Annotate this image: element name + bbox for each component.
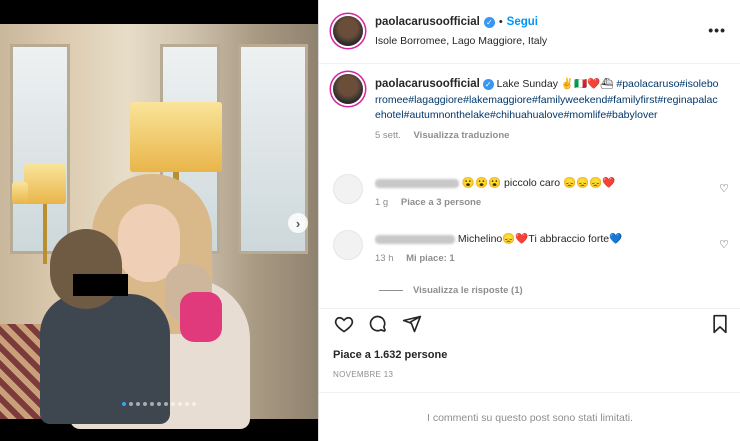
more-options-icon[interactable]: •••: [708, 22, 726, 38]
comment-text: Michelino😞❤️Ti abbraccio forte💙: [457, 233, 623, 245]
author-row: paolacarusoofficial ✓ • Segui: [375, 16, 538, 28]
lamp-shade: [130, 102, 222, 172]
verified-icon: ✓: [483, 16, 495, 28]
post-date: NOVEMBRE 13: [333, 370, 394, 379]
share-icon[interactable]: [401, 313, 423, 335]
post-photo: [0, 24, 318, 429]
author-avatar[interactable]: [333, 16, 363, 46]
translate-link[interactable]: Visualizza traduzione: [414, 130, 510, 141]
comment-age: 1 g: [375, 197, 389, 208]
caption-text-block: paolacarusoofficial ✓ Lake Sunday ✌️🇮🇹❤️…: [375, 77, 721, 143]
caption-text: Lake Sunday ✌️🇮🇹❤️⛴: [496, 78, 614, 90]
author-username[interactable]: paolacarusoofficial: [375, 16, 480, 28]
carousel-dot: [178, 402, 182, 406]
carousel-dot: [171, 402, 175, 406]
comment-body: Michelino😞❤️Ti abbraccio forte💙 13 h Mi …: [375, 232, 705, 266]
post-media: ›: [0, 0, 318, 441]
redacted-username: [375, 178, 459, 188]
view-replies-label[interactable]: Visualizza le risposte (1): [413, 285, 523, 296]
replies-line: [379, 290, 403, 291]
lamp-shade: [24, 164, 66, 204]
post-actions: Piace a 1.632 persone NOVEMBRE 13 I comm…: [319, 308, 740, 441]
child-head: [50, 229, 122, 309]
window-decor: [10, 44, 70, 254]
comment-meta: 1 g Piace a 3 persone: [375, 196, 705, 210]
likes-count[interactable]: Piace a 1.632 persone: [333, 349, 447, 361]
caption-avatar[interactable]: [333, 74, 363, 104]
caption-age: 5 sett.: [375, 129, 401, 141]
carousel-dot: [157, 402, 161, 406]
lamp-stem: [43, 204, 47, 264]
carousel-dots: [0, 402, 318, 406]
caption-username[interactable]: paolacarusoofficial: [375, 78, 480, 90]
commenter-avatar[interactable]: [333, 174, 363, 204]
carousel-dot: [150, 402, 154, 406]
child-face-redaction: [73, 274, 128, 296]
separator-dot: •: [498, 16, 503, 28]
view-replies[interactable]: Visualizza le risposte (1): [379, 285, 523, 296]
caption-meta: 5 sett. Visualizza traduzione: [375, 128, 721, 144]
post-header: paolacarusoofficial ✓ • Segui Isole Borr…: [319, 0, 740, 64]
action-icons: [333, 313, 423, 335]
bookmark-icon[interactable]: [709, 313, 731, 335]
comments-limited-notice: I commenti su questo post sono stati lim…: [319, 392, 740, 441]
follow-button[interactable]: Segui: [507, 16, 538, 28]
lamp-shade: [12, 182, 28, 204]
carousel-dot: [185, 402, 189, 406]
post-panel: paolacarusoofficial ✓ • Segui Isole Borr…: [318, 0, 740, 441]
carousel-next-button[interactable]: ›: [288, 213, 308, 233]
comment-likes[interactable]: Piace a 3 persone: [401, 197, 481, 208]
comment-text: 😮😮😮 piccolo caro 😞😞😞❤️: [461, 177, 616, 189]
like-comment-icon[interactable]: ♡: [719, 238, 729, 251]
carousel-dot: [129, 402, 133, 406]
comment-likes[interactable]: Mi piace: 1: [406, 253, 455, 264]
heart-icon[interactable]: [333, 313, 355, 335]
like-comment-icon[interactable]: ♡: [719, 182, 729, 195]
post-location[interactable]: Isole Borromee, Lago Maggiore, Italy: [375, 35, 547, 47]
comment-body: 😮😮😮 piccolo caro 😞😞😞❤️ 1 g Piace a 3 per…: [375, 176, 705, 210]
carousel-dot: [143, 402, 147, 406]
carousel-dot: [136, 402, 140, 406]
commenter-avatar[interactable]: [333, 230, 363, 260]
carousel-dot: [122, 402, 126, 406]
comment-icon[interactable]: [367, 313, 389, 335]
carousel-dot: [164, 402, 168, 406]
dog-shirt: [180, 292, 222, 342]
comment-age: 13 h: [375, 253, 394, 264]
redacted-username: [375, 234, 455, 244]
comment-meta: 13 h Mi piace: 1: [375, 252, 705, 266]
carousel-dot: [192, 402, 196, 406]
verified-icon: ✓: [482, 79, 494, 90]
